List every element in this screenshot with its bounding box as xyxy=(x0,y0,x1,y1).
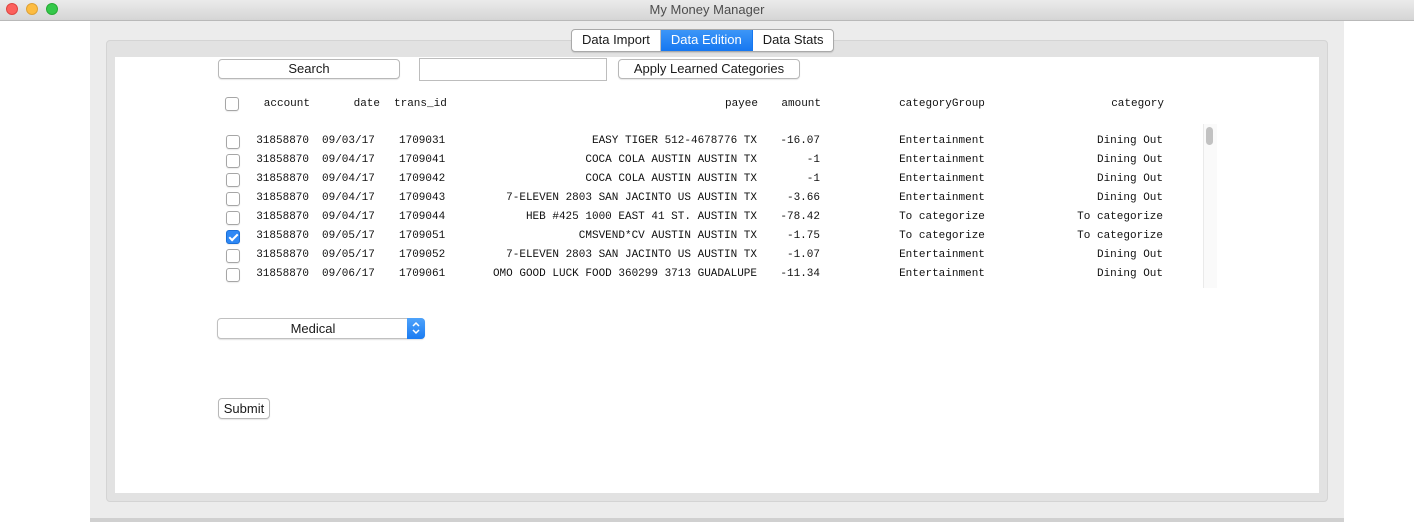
cell-category-group: Entertainment xyxy=(899,173,985,185)
cell-trans-id: 1709042 xyxy=(399,173,446,185)
row-checkbox[interactable] xyxy=(226,154,240,168)
cell-account: 31858870 xyxy=(256,249,309,261)
column-header-payee[interactable]: payee xyxy=(460,97,758,111)
cell-account: 31858870 xyxy=(256,135,309,147)
cell-amount: -1 xyxy=(806,173,820,185)
cell-trans-id: 1709044 xyxy=(399,211,446,223)
table-scrollbar-thumb[interactable] xyxy=(1206,127,1213,145)
cell-payee: OMO GOOD LUCK FOOD 360299 3713 GUADALUPE xyxy=(492,268,757,280)
cell-category-group: To categorize xyxy=(899,230,985,242)
cell-trans-id: 1709031 xyxy=(399,135,446,147)
cell-category: To categorize xyxy=(1077,230,1163,242)
tab-data-import[interactable]: Data Import xyxy=(572,30,661,51)
cell-category-group: Entertainment xyxy=(899,154,985,166)
cell-trans-id: 1709052 xyxy=(399,249,446,261)
cell-amount: -16.07 xyxy=(780,135,820,147)
cell-category: Dining Out xyxy=(1096,135,1163,147)
row-checkbox[interactable] xyxy=(226,249,240,263)
column-header-account[interactable]: account xyxy=(240,97,310,111)
category-select-value: Medical xyxy=(290,321,336,336)
cell-trans-id: 1709061 xyxy=(399,268,446,280)
window-bottom-edge xyxy=(90,518,1344,522)
cell-date: 09/04/17 xyxy=(322,192,375,204)
updown-chevron-icon xyxy=(407,318,425,339)
cell-payee: EASY TIGER 512-4678776 TX xyxy=(591,135,757,147)
desktop-background-right xyxy=(1344,21,1414,522)
cell-category: Dining Out xyxy=(1096,154,1163,166)
cell-category: Dining Out xyxy=(1096,249,1163,261)
cell-account: 31858870 xyxy=(256,211,309,223)
cell-category: Dining Out xyxy=(1096,192,1163,204)
row-checkbox[interactable] xyxy=(226,268,240,282)
apply-learned-categories-button[interactable]: Apply Learned Categories xyxy=(618,59,800,79)
cell-date: 09/04/17 xyxy=(322,173,375,185)
cell-date: 09/04/17 xyxy=(322,154,375,166)
cell-category: Dining Out xyxy=(1096,268,1163,280)
cell-date: 09/03/17 xyxy=(322,135,375,147)
cell-payee: HEB #425 1000 EAST 41 ST. AUSTIN TX xyxy=(525,211,757,223)
tab-data-stats[interactable]: Data Stats xyxy=(753,30,834,51)
row-checkbox[interactable] xyxy=(226,173,240,187)
cell-payee: 7-ELEVEN 2803 SAN JACINTO US AUSTIN TX xyxy=(506,249,757,261)
cell-payee: 7-ELEVEN 2803 SAN JACINTO US AUSTIN TX xyxy=(506,192,757,204)
select-all-checkbox[interactable] xyxy=(225,97,239,111)
tab-bar: Data Import Data Edition Data Stats xyxy=(571,29,835,52)
cell-category: To categorize xyxy=(1077,211,1163,223)
cell-amount: -1.75 xyxy=(786,230,820,242)
cell-category-group: Entertainment xyxy=(899,249,985,261)
cell-amount: -78.42 xyxy=(780,211,820,223)
cell-date: 09/05/17 xyxy=(322,249,375,261)
cell-trans-id: 1709051 xyxy=(399,230,446,242)
cell-payee: COCA COLA AUSTIN AUSTIN TX xyxy=(585,173,757,185)
row-checkbox-checked[interactable] xyxy=(226,230,240,244)
cell-date: 09/06/17 xyxy=(322,268,375,280)
column-header-amount[interactable]: amount xyxy=(766,97,821,111)
row-checkbox[interactable] xyxy=(226,211,240,225)
desktop-background-left xyxy=(0,21,90,522)
cell-amount: -3.66 xyxy=(786,192,820,204)
column-header-trans-id[interactable]: trans_id xyxy=(394,97,464,111)
column-header-category-group[interactable]: categoryGroup xyxy=(880,97,1004,111)
table-scrollbar[interactable] xyxy=(1203,124,1217,288)
search-button[interactable]: Search xyxy=(218,59,400,79)
row-checkbox[interactable] xyxy=(226,192,240,206)
submit-button[interactable]: Submit xyxy=(218,398,270,419)
cell-trans-id: 1709043 xyxy=(399,192,446,204)
cell-account: 31858870 xyxy=(256,268,309,280)
cell-payee: CMSVEND*CV AUSTIN AUSTIN TX xyxy=(578,230,757,242)
cell-date: 09/05/17 xyxy=(322,230,375,242)
cell-payee: COCA COLA AUSTIN AUSTIN TX xyxy=(585,154,757,166)
cell-amount: -1 xyxy=(806,154,820,166)
cell-category-group: Entertainment xyxy=(899,268,985,280)
search-input[interactable] xyxy=(419,58,607,81)
row-checkbox[interactable] xyxy=(226,135,240,149)
cell-amount: -11.34 xyxy=(780,268,820,280)
cell-date: 09/04/17 xyxy=(322,211,375,223)
cell-account: 31858870 xyxy=(256,173,309,185)
cell-category-group: To categorize xyxy=(899,211,985,223)
column-header-date[interactable]: date xyxy=(320,97,380,111)
cell-category-group: Entertainment xyxy=(899,135,985,147)
cell-amount: -1.07 xyxy=(786,249,820,261)
title-bar: My Money Manager xyxy=(0,0,1414,21)
cell-category-group: Entertainment xyxy=(899,192,985,204)
cell-account: 31858870 xyxy=(256,230,309,242)
cell-trans-id: 1709041 xyxy=(399,154,446,166)
column-header-category[interactable]: category xyxy=(1040,97,1164,111)
cell-category: Dining Out xyxy=(1096,173,1163,185)
cell-account: 31858870 xyxy=(256,192,309,204)
tab-data-edition[interactable]: Data Edition xyxy=(660,30,753,51)
category-select[interactable]: Medical xyxy=(217,318,425,339)
window-title: My Money Manager xyxy=(649,2,765,17)
cell-account: 31858870 xyxy=(256,154,309,166)
